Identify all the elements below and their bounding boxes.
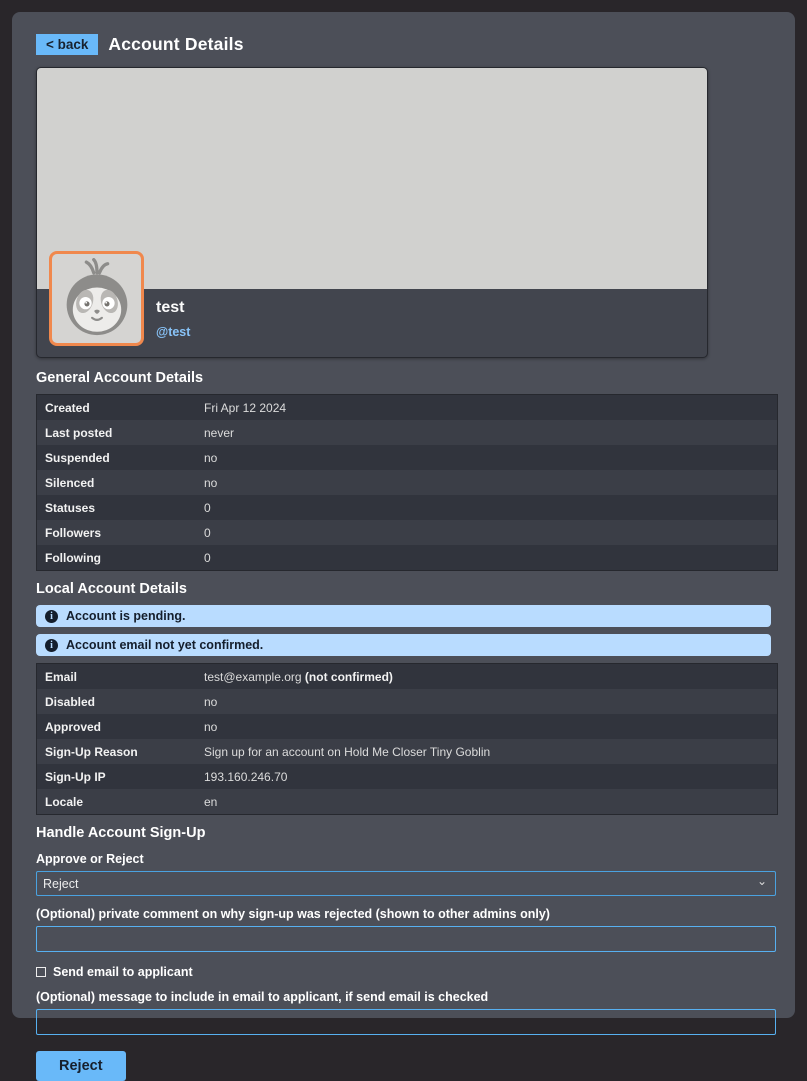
page-title: Account Details (108, 34, 243, 55)
notice-text: Account email not yet confirmed. (66, 638, 263, 652)
general-details-table: Created Fri Apr 12 2024 Last posted neve… (36, 394, 778, 571)
row-label: Last posted (37, 420, 196, 445)
send-email-label: Send email to applicant (53, 965, 193, 979)
email-message-label: (Optional) message to include in email t… (36, 990, 771, 1004)
row-value: Sign up for an account on Hold Me Closer… (196, 739, 777, 764)
sloth-avatar-icon (56, 258, 138, 340)
email-confirmation-note: (not confirmed) (305, 670, 393, 684)
row-label: Suspended (37, 445, 196, 470)
general-details-heading: General Account Details (36, 370, 771, 386)
table-row: Following 0 (37, 545, 777, 570)
row-value: 0 (196, 495, 777, 520)
row-label: Email (37, 664, 196, 689)
row-label: Approved (37, 714, 196, 739)
row-value: 0 (196, 545, 777, 570)
page-header: < back Account Details (36, 34, 771, 55)
row-label: Silenced (37, 470, 196, 495)
send-email-checkbox[interactable] (36, 967, 46, 977)
row-label: Disabled (37, 689, 196, 714)
row-label: Locale (37, 789, 196, 814)
email-unconfirmed-notice: i Account email not yet confirmed. (36, 634, 771, 656)
row-label: Sign-Up IP (37, 764, 196, 789)
row-label: Sign-Up Reason (37, 739, 196, 764)
row-value: en (196, 789, 777, 814)
row-value: Fri Apr 12 2024 (196, 395, 777, 420)
row-value: never (196, 420, 777, 445)
table-row: Email test@example.org (not confirmed) (37, 664, 777, 689)
display-name: test (156, 299, 707, 317)
info-icon: i (45, 610, 58, 623)
table-row: Last posted never (37, 420, 777, 445)
row-value: 193.160.246.70 (196, 764, 777, 789)
reject-button[interactable]: Reject (36, 1051, 126, 1081)
avatar (49, 251, 144, 346)
row-value: no (196, 470, 777, 495)
row-label: Statuses (37, 495, 196, 520)
row-value: 0 (196, 520, 777, 545)
table-row: Suspended no (37, 445, 777, 470)
send-email-row: Send email to applicant (36, 965, 771, 979)
email-value: test@example.org (204, 670, 302, 684)
notice-text: Account is pending. (66, 609, 185, 623)
row-value: test@example.org (not confirmed) (196, 664, 777, 689)
row-value: no (196, 714, 777, 739)
back-button[interactable]: < back (36, 34, 98, 55)
row-label: Created (37, 395, 196, 420)
profile-card: test @test (36, 67, 708, 358)
table-row: Locale en (37, 789, 777, 814)
row-value: no (196, 445, 777, 470)
row-label: Following (37, 545, 196, 570)
table-row: Followers 0 (37, 520, 777, 545)
table-row: Silenced no (37, 470, 777, 495)
private-comment-input[interactable] (36, 926, 776, 952)
email-message-input[interactable] (36, 1009, 776, 1035)
approve-select-wrap: Reject ⌄ (36, 871, 776, 896)
account-handle[interactable]: @test (156, 325, 707, 339)
private-comment-label: (Optional) private comment on why sign-u… (36, 907, 771, 921)
pending-notice: i Account is pending. (36, 605, 771, 627)
info-icon: i (45, 639, 58, 652)
local-details-table: Email test@example.org (not confirmed) D… (36, 663, 778, 815)
table-row: Statuses 0 (37, 495, 777, 520)
row-label: Followers (37, 520, 196, 545)
table-row: Approved no (37, 714, 777, 739)
table-row: Sign-Up Reason Sign up for an account on… (37, 739, 777, 764)
approve-reject-label: Approve or Reject (36, 852, 771, 866)
account-details-panel: < back Account Details test @test (12, 12, 795, 1018)
table-row: Disabled no (37, 689, 777, 714)
signup-heading: Handle Account Sign-Up (36, 825, 771, 841)
table-row: Sign-Up IP 193.160.246.70 (37, 764, 777, 789)
approve-reject-select[interactable]: Reject (36, 871, 776, 896)
table-row: Created Fri Apr 12 2024 (37, 395, 777, 420)
row-value: no (196, 689, 777, 714)
local-details-heading: Local Account Details (36, 581, 771, 597)
